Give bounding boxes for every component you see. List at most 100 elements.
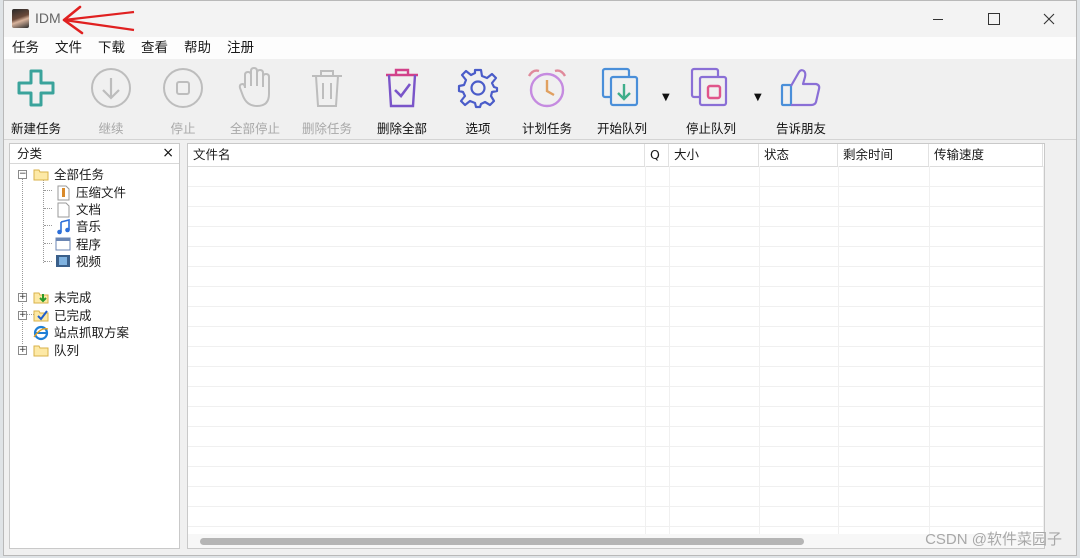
grid-column-line — [645, 166, 646, 534]
stop-queue-dropdown-icon[interactable]: ▼ — [754, 92, 762, 103]
grid-row-line — [188, 186, 1044, 187]
zip-file-icon — [55, 185, 71, 200]
menu-task[interactable]: 任务 — [10, 37, 45, 59]
tree-item-video[interactable]: 视频 — [55, 252, 101, 269]
close-button[interactable] — [1024, 1, 1074, 37]
expand-all-tasks[interactable]: − — [18, 170, 27, 179]
list-header: 文件名 Q 大小 状态 剩余时间 传输速度 最后 — [188, 144, 1044, 167]
tell-friend-button[interactable]: 告诉朋友 — [776, 65, 826, 137]
tree-item-queues[interactable]: 队列 — [33, 341, 79, 358]
new-task-button[interactable]: 新建任务 — [11, 65, 61, 137]
grid-row-line — [188, 346, 1044, 347]
expand-queues[interactable]: + — [18, 346, 27, 355]
resume-label: 继续 — [98, 121, 124, 136]
music-note-icon — [55, 218, 71, 234]
grid-row-line — [188, 486, 1044, 487]
download-arrow-icon — [91, 68, 131, 108]
grid-row-line — [188, 306, 1044, 307]
tree-child-line — [43, 180, 44, 263]
column-status[interactable]: 状态 — [759, 144, 838, 166]
maximize-icon — [988, 13, 1000, 25]
folder-icon — [33, 343, 49, 357]
grid-column-line — [759, 166, 760, 534]
document-icon — [55, 202, 71, 217]
delete-all-button[interactable]: 删除全部 — [377, 65, 427, 137]
stop-all-button[interactable]: 全部停止 — [230, 65, 280, 137]
expand-finished[interactable]: + — [18, 311, 27, 320]
folder-download-icon — [33, 290, 49, 304]
start-queue-dropdown-icon[interactable]: ▼ — [662, 92, 670, 103]
resume-button[interactable]: 继续 — [87, 65, 135, 137]
column-last[interactable]: 最后 — [1043, 144, 1044, 166]
grid-row-line — [188, 506, 1044, 507]
grid-row-line — [188, 406, 1044, 407]
start-queue-label: 开始队列 — [597, 121, 648, 136]
menu-file[interactable]: 文件 — [53, 37, 88, 59]
column-size[interactable]: 大小 — [669, 144, 759, 166]
tree-item-site-grabber[interactable]: 站点抓取方案 — [33, 323, 129, 340]
grid-row-line — [188, 266, 1044, 267]
start-queue-button[interactable]: 开始队列 — [597, 65, 647, 137]
grid-column-line — [929, 166, 930, 534]
grid-row-line — [188, 366, 1044, 367]
folder-check-icon — [33, 308, 49, 322]
scroll-thumb[interactable] — [200, 538, 804, 545]
categories-header: 分类 × — [10, 144, 179, 164]
download-list: 文件名 Q 大小 状态 剩余时间 传输速度 最后 — [187, 143, 1045, 549]
options-label: 选项 — [465, 121, 491, 136]
grid-row-line — [188, 466, 1044, 467]
menu-download[interactable]: 下载 — [96, 37, 131, 59]
grid-row-line — [188, 206, 1044, 207]
red-arrow-annotation — [62, 5, 135, 35]
title-bar: IDM — [4, 1, 1076, 37]
menu-register[interactable]: 注册 — [225, 37, 260, 59]
hand-icon — [238, 66, 270, 108]
tree-item-compressed[interactable]: 压缩文件 — [55, 183, 126, 200]
grid-row-line — [188, 426, 1044, 427]
column-time-left[interactable]: 剩余时间 — [838, 144, 929, 166]
menu-bar: 任务 文件 下载 查看 帮助 注册 — [4, 37, 1076, 59]
horizontal-scrollbar[interactable] — [188, 534, 1044, 548]
delete-task-label: 删除任务 — [302, 121, 353, 136]
delete-task-button[interactable]: 删除任务 — [302, 65, 352, 137]
tree-item-music[interactable]: 音乐 — [55, 217, 101, 234]
grid-column-line — [669, 166, 670, 534]
options-button[interactable]: 选项 — [454, 65, 502, 137]
stop-button[interactable]: 停止 — [159, 65, 207, 137]
tree-item-finished[interactable]: 已完成 — [33, 306, 92, 323]
categories-title: 分类 — [17, 146, 43, 161]
scheduler-button[interactable]: 计划任务 — [522, 65, 572, 137]
menu-view[interactable]: 查看 — [139, 37, 174, 59]
grid-row-line — [188, 286, 1044, 287]
grid-row-line — [188, 226, 1044, 227]
idm-window: IDM 任务 文件 下载 查看 帮助 注册 新建任务 继续 停止 全部停止 删除… — [3, 0, 1077, 556]
minimize-button[interactable] — [913, 1, 963, 37]
column-file-name[interactable]: 文件名 — [188, 144, 645, 166]
toolbar: 新建任务 继续 停止 全部停止 删除任务 删除全部 选项 计划任务 开始队列 ▼… — [4, 59, 1076, 140]
column-queue[interactable]: Q — [645, 144, 669, 166]
expand-unfinished[interactable]: + — [18, 293, 27, 302]
tree-item-all-tasks[interactable]: 全部任务 — [33, 165, 104, 182]
grid-column-line — [1043, 166, 1044, 534]
thumbs-up-icon — [780, 69, 821, 107]
column-transfer-rate[interactable]: 传输速度 — [929, 144, 1043, 166]
grid-column-line — [838, 166, 839, 534]
close-categories-button[interactable]: × — [162, 144, 174, 163]
tell-friend-label: 告诉朋友 — [776, 121, 827, 136]
tree-item-unfinished[interactable]: 未完成 — [33, 288, 92, 305]
menu-help[interactable]: 帮助 — [182, 37, 217, 59]
plus-icon — [17, 69, 55, 107]
trash-check-icon — [386, 68, 418, 108]
stop-label: 停止 — [170, 121, 196, 136]
window-title: IDM — [35, 10, 61, 26]
trash-icon — [312, 70, 342, 107]
categories-panel: 分类 × − 全部任务 压缩文件 文档 音乐 程序 视频 + 未完成 + 已完成… — [9, 143, 180, 549]
tree-item-programs[interactable]: 程序 — [55, 235, 101, 252]
maximize-button[interactable] — [969, 1, 1019, 37]
stop-queue-button[interactable]: 停止队列 — [686, 65, 736, 137]
film-icon — [55, 254, 71, 268]
stop-all-label: 全部停止 — [230, 121, 281, 136]
folder-open-icon — [33, 167, 49, 181]
tree-item-documents[interactable]: 文档 — [55, 200, 101, 217]
stop-icon — [163, 68, 203, 108]
